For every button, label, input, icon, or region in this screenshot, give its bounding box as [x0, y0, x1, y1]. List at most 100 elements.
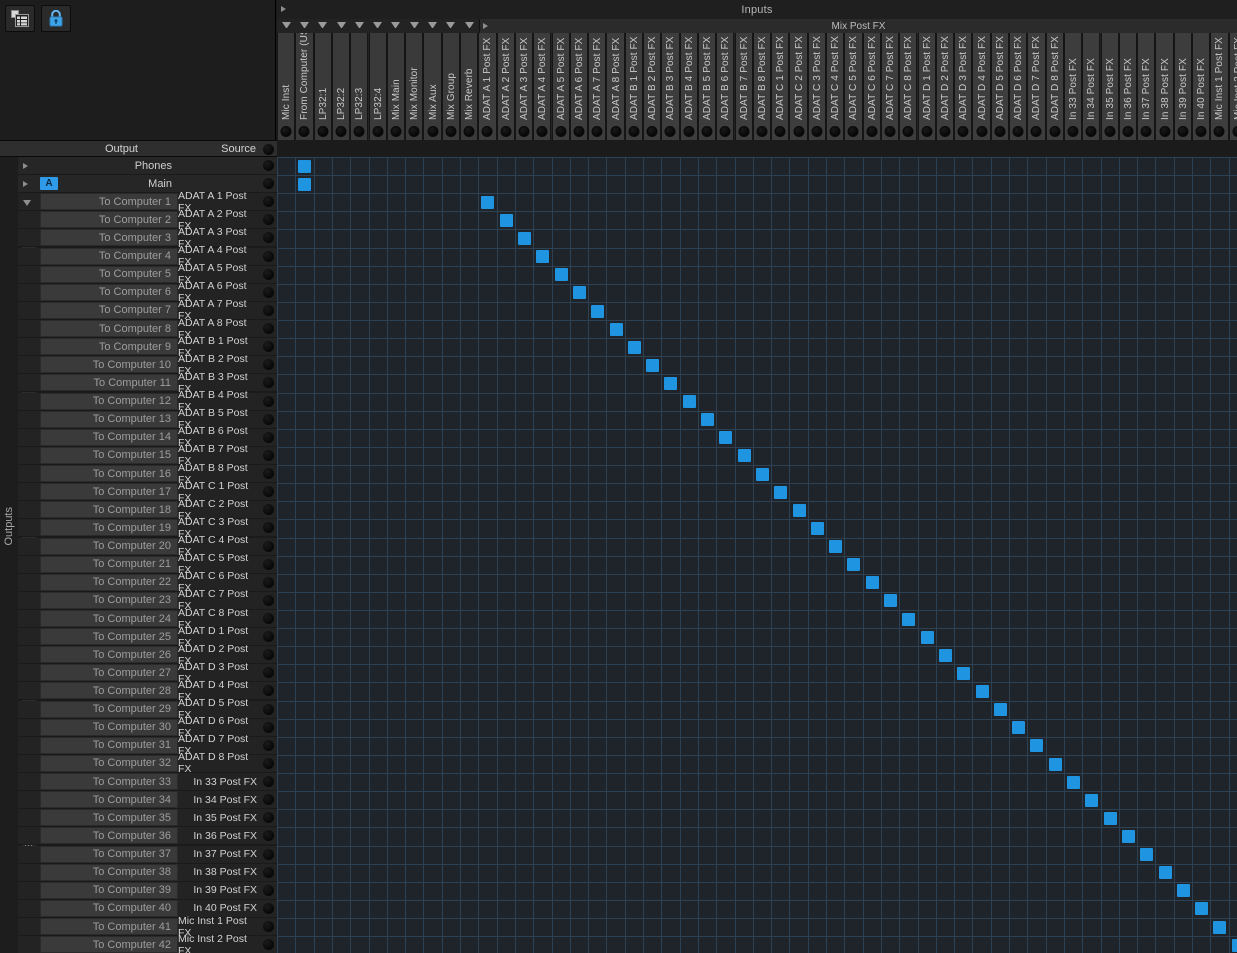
row-knob-icon[interactable]: [263, 594, 274, 606]
mix-post-fx-group-band[interactable]: Mix Post FX: [479, 19, 1237, 33]
input-column-header[interactable]: Mic Inst 2 Post FX: [1228, 33, 1237, 140]
panel-layout-button[interactable]: [5, 5, 35, 32]
column-knob-icon[interactable]: [1159, 126, 1171, 137]
row-knob-icon[interactable]: [263, 377, 274, 389]
input-column-header[interactable]: ADAT D 6 Post FX: [1009, 33, 1028, 140]
table-row[interactable]: To Computer 33 In 33 Post FX: [18, 773, 277, 792]
routing-cell-active[interactable]: [1158, 866, 1172, 880]
input-column-header[interactable]: ADAT C 5 Post FX: [844, 33, 863, 140]
input-column-header[interactable]: ADAT B 7 Post FX: [734, 33, 753, 140]
routing-cell-active[interactable]: [1121, 830, 1135, 843]
input-column-header[interactable]: ADAT A 6 Post FX: [569, 33, 589, 140]
input-column-header[interactable]: ADAT C 6 Post FX: [862, 33, 881, 140]
mix-post-fx-collapse-icon[interactable]: [483, 23, 488, 29]
table-row[interactable]: To Computer 34 In 34 Post FX: [18, 791, 277, 810]
input-column-header[interactable]: In 37 Post FX: [1137, 33, 1156, 140]
column-knob-icon[interactable]: [957, 126, 969, 137]
row-knob-icon[interactable]: [263, 721, 274, 733]
column-knob-icon[interactable]: [1012, 126, 1024, 137]
routing-cell-active[interactable]: [1140, 848, 1154, 862]
routing-cell-active[interactable]: [554, 268, 568, 282]
column-knob-icon[interactable]: [353, 126, 365, 137]
routing-cell-active[interactable]: [755, 467, 769, 481]
row-knob-icon[interactable]: [263, 649, 274, 661]
table-row[interactable]: To Computer 37 In 37 Post FX: [18, 845, 277, 864]
input-column-header[interactable]: ADAT B 6 Post FX: [716, 33, 735, 140]
routing-cell-active[interactable]: [1048, 757, 1062, 771]
row-knob-icon[interactable]: [263, 757, 274, 769]
input-column-header[interactable]: ADAT D 4 Post FX: [972, 33, 991, 140]
input-column-header[interactable]: ADAT D 7 Post FX: [1027, 33, 1046, 140]
input-column-header[interactable]: Mix Aux: [423, 33, 442, 140]
column-dropdown-icon[interactable]: [354, 22, 364, 28]
input-column-header[interactable]: ADAT A 5 Post FX: [551, 33, 570, 140]
routing-cell-active[interactable]: [719, 431, 733, 445]
column-knob-icon[interactable]: [1049, 126, 1061, 137]
column-knob-icon[interactable]: [463, 126, 475, 137]
column-dropdown-icon[interactable]: [464, 22, 474, 28]
row-knob-icon[interactable]: [263, 939, 274, 951]
column-knob-icon[interactable]: [1140, 126, 1152, 137]
row-knob-icon[interactable]: [263, 848, 274, 860]
input-column-header[interactable]: Mix Reverb: [460, 33, 479, 140]
row-knob-icon[interactable]: [263, 812, 274, 824]
routing-cell-active[interactable]: [298, 177, 312, 191]
input-column-header[interactable]: ADAT D 5 Post FX: [990, 33, 1009, 140]
input-column-header[interactable]: In 40 Post FX: [1192, 33, 1211, 140]
row-knob-icon[interactable]: [263, 431, 274, 443]
routing-cell-active[interactable]: [298, 159, 312, 173]
input-column-header[interactable]: From Computer (USB): [295, 33, 314, 140]
column-knob-icon[interactable]: [1177, 126, 1189, 137]
row-knob-icon[interactable]: [263, 486, 274, 498]
routing-cell-active[interactable]: [792, 503, 806, 517]
routing-cell-active[interactable]: [682, 395, 696, 409]
column-knob-icon[interactable]: [280, 126, 292, 137]
chevron-down-icon[interactable]: [23, 200, 31, 207]
input-column-header[interactable]: ADAT B 8 Post FX: [752, 33, 772, 140]
input-column-header[interactable]: Mic Inst: [277, 33, 296, 140]
column-knob-icon[interactable]: [701, 126, 713, 137]
column-knob-icon[interactable]: [1122, 126, 1134, 137]
routing-cell-active[interactable]: [572, 286, 586, 300]
column-dropdown-icon[interactable]: [409, 22, 419, 28]
routing-cell-active[interactable]: [1030, 739, 1044, 753]
table-row[interactable]: Phones: [18, 157, 277, 175]
input-column-header[interactable]: Mix Main: [386, 33, 406, 140]
input-column-header[interactable]: ADAT B 1 Post FX: [624, 33, 643, 140]
routing-cell-active[interactable]: [957, 666, 971, 680]
row-knob-icon[interactable]: [263, 576, 274, 588]
routing-cell-active[interactable]: [865, 576, 879, 590]
input-column-header[interactable]: ADAT D 1 Post FX: [917, 33, 936, 140]
input-column-header[interactable]: ADAT B 3 Post FX: [661, 33, 680, 140]
column-knob-icon[interactable]: [829, 126, 841, 137]
chevron-right-icon[interactable]: [23, 163, 28, 169]
routing-cell-active[interactable]: [847, 558, 861, 572]
row-knob-icon[interactable]: [263, 468, 274, 480]
row-knob-icon[interactable]: [263, 902, 274, 914]
column-knob-icon[interactable]: [1067, 126, 1079, 137]
column-knob-icon[interactable]: [591, 126, 603, 137]
column-knob-icon[interactable]: [939, 126, 951, 137]
routing-cell-active[interactable]: [1085, 793, 1099, 807]
column-knob-icon[interactable]: [738, 126, 750, 137]
input-column-header[interactable]: LP32:4: [368, 33, 387, 140]
column-knob-icon[interactable]: [646, 126, 658, 137]
column-knob-icon[interactable]: [683, 126, 695, 137]
input-column-header[interactable]: ADAT A 3 Post FX: [514, 33, 534, 140]
row-knob-icon[interactable]: [263, 794, 274, 806]
inputs-expand-icon[interactable]: [281, 6, 286, 12]
column-knob-icon[interactable]: [1195, 126, 1207, 137]
column-knob-icon[interactable]: [1104, 126, 1116, 137]
routing-cell-active[interactable]: [902, 612, 916, 626]
input-column-header[interactable]: LP32:3: [350, 33, 369, 140]
routing-cell-active[interactable]: [993, 703, 1007, 717]
chevron-right-icon[interactable]: [23, 181, 28, 188]
lock-button[interactable]: [41, 5, 71, 32]
column-knob-icon[interactable]: [1232, 126, 1237, 137]
routing-cell-active[interactable]: [938, 648, 952, 662]
row-knob-icon[interactable]: [263, 703, 274, 715]
routing-cell-active[interactable]: [591, 304, 605, 318]
input-column-header[interactable]: In 39 Post FX: [1173, 33, 1192, 140]
table-row[interactable]: To Computer 38 In 38 Post FX: [18, 863, 277, 882]
column-dropdown-icon[interactable]: [336, 22, 346, 28]
